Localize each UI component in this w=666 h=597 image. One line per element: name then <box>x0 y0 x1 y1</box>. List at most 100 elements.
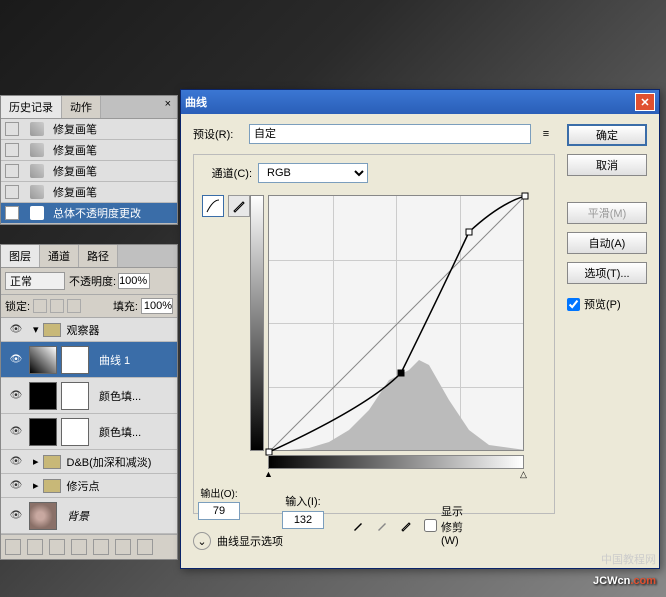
visibility-icon[interactable] <box>7 321 25 339</box>
clip-label: 显示修剪(W) <box>441 503 471 547</box>
history-item[interactable]: 修复画笔 <box>1 182 177 203</box>
curve-point-active[interactable] <box>398 370 405 377</box>
tab-layers[interactable]: 图层 <box>1 245 40 267</box>
layer-group-row[interactable]: ▸ D&B(加深和减淡) <box>1 450 177 474</box>
fx-icon[interactable] <box>27 539 43 555</box>
auto-button[interactable]: 自动(A) <box>567 232 647 254</box>
eyedropper-row: 显示修剪(W) <box>352 503 471 547</box>
expand-icon[interactable]: ⌄ <box>193 532 211 550</box>
opacity-input[interactable] <box>118 273 150 289</box>
history-item[interactable]: 修复画笔 <box>1 161 177 182</box>
options-button[interactable]: 选项(T)... <box>567 262 647 284</box>
preset-label: 预设(R): <box>193 126 243 142</box>
blend-mode-select[interactable]: 正常 <box>5 272 65 290</box>
preset-menu-icon[interactable]: ≡ <box>537 125 555 143</box>
new-layer-icon[interactable] <box>115 539 131 555</box>
cancel-button[interactable]: 取消 <box>567 154 647 176</box>
history-checkbox[interactable] <box>5 122 19 136</box>
adjustment-icon[interactable] <box>71 539 87 555</box>
trash-icon[interactable] <box>137 539 153 555</box>
layer-thumbnail[interactable] <box>29 502 57 530</box>
layer-label: 修污点 <box>67 478 100 494</box>
tab-actions[interactable]: 动作 <box>62 96 101 118</box>
layer-mask-thumbnail[interactable] <box>61 418 89 446</box>
close-icon[interactable]: ✕ <box>635 93 655 111</box>
show-clipping-checkbox[interactable]: 显示修剪(W) <box>424 503 471 547</box>
output-row: 输出(O): <box>184 485 254 520</box>
horizontal-gradient <box>268 455 524 469</box>
preview-check-input[interactable] <box>567 298 580 311</box>
layer-row[interactable]: 颜色填... <box>1 378 177 414</box>
layer-thumbnail[interactable] <box>29 418 57 446</box>
lock-pixels-icon[interactable] <box>33 299 47 313</box>
history-label: 修复画笔 <box>53 142 97 158</box>
visibility-icon[interactable] <box>7 453 25 471</box>
curve-point[interactable] <box>522 193 529 200</box>
history-checkbox[interactable] <box>5 164 19 178</box>
visibility-icon[interactable] <box>7 507 25 525</box>
eyedropper-white-icon[interactable] <box>400 516 414 534</box>
dialog-titlebar[interactable]: 曲线 ✕ <box>181 90 659 114</box>
fill-input[interactable] <box>141 298 173 314</box>
layer-row[interactable]: 背景 <box>1 498 177 534</box>
preview-checkbox[interactable]: 预览(P) <box>567 296 647 312</box>
visibility-icon[interactable] <box>7 351 25 369</box>
input-input[interactable] <box>282 511 324 529</box>
curve-point[interactable] <box>466 229 473 236</box>
layer-group-row[interactable]: ▸ 修污点 <box>1 474 177 498</box>
eyedropper-gray-icon[interactable] <box>376 516 390 534</box>
input-label: 输入(I): <box>285 493 320 509</box>
lock-row: 锁定: 填充: <box>1 295 177 318</box>
curve-pencil-tool[interactable] <box>228 195 250 217</box>
chevron-right-icon[interactable]: ▸ <box>33 455 39 468</box>
curve-canvas[interactable] <box>268 195 524 451</box>
slider-black-icon[interactable]: ▲ <box>264 469 273 479</box>
mask-icon[interactable] <box>49 539 65 555</box>
new-folder-icon[interactable] <box>93 539 109 555</box>
tab-channels[interactable]: 通道 <box>40 245 79 267</box>
tab-history[interactable]: 历史记录 <box>1 96 62 118</box>
layer-label: 颜色填... <box>99 388 141 404</box>
visibility-icon[interactable] <box>7 387 25 405</box>
watermark-suffix: .com <box>630 575 656 587</box>
channel-select[interactable]: RGB <box>258 163 368 183</box>
clip-check-input[interactable] <box>424 519 437 532</box>
brush-icon <box>27 163 47 179</box>
eyedropper-black-icon[interactable] <box>352 516 366 534</box>
visibility-icon[interactable] <box>7 477 25 495</box>
layer-mask-thumbnail[interactable] <box>61 346 89 374</box>
lock-all-icon[interactable] <box>67 299 81 313</box>
folder-icon <box>43 479 61 493</box>
layer-thumbnail[interactable] <box>29 382 57 410</box>
output-label: 输出(O): <box>200 485 237 500</box>
layer-mask-thumbnail[interactable] <box>61 382 89 410</box>
tab-paths[interactable]: 路径 <box>79 245 118 267</box>
curve-point-tool[interactable] <box>202 195 224 217</box>
ok-button[interactable]: 确定 <box>567 124 647 146</box>
visibility-icon[interactable] <box>7 423 25 441</box>
layer-controls: 正常 不透明度: <box>1 268 177 295</box>
history-checkbox[interactable] <box>5 185 19 199</box>
preset-select[interactable]: 自定 <box>249 124 531 144</box>
panel-close-icon[interactable]: × <box>159 96 177 118</box>
layer-label: 观察器 <box>67 322 100 338</box>
history-checkbox[interactable] <box>5 143 19 157</box>
history-checkbox[interactable]: ▸ <box>5 206 19 220</box>
chevron-right-icon[interactable]: ▸ <box>33 479 39 492</box>
watermark-main: JCWcn <box>593 575 630 587</box>
layer-thumbnail[interactable] <box>29 346 57 374</box>
layer-group-row[interactable]: ▾ 观察器 <box>1 318 177 342</box>
layer-row[interactable]: 颜色填... <box>1 414 177 450</box>
preset-row: 预设(R): 自定 ≡ <box>193 124 555 144</box>
chevron-down-icon[interactable]: ▾ <box>33 323 39 336</box>
history-item[interactable]: ▸ 总体不透明度更改 <box>1 203 177 224</box>
output-input[interactable] <box>198 502 240 520</box>
lock-position-icon[interactable] <box>50 299 64 313</box>
input-row: 输入(I): <box>282 493 324 529</box>
layer-label: 曲线 1 <box>99 352 130 368</box>
slider-white-icon[interactable]: △ <box>520 469 527 480</box>
layer-row[interactable]: 曲线 1 <box>1 342 177 378</box>
history-item[interactable]: 修复画笔 <box>1 119 177 140</box>
history-item[interactable]: 修复画笔 <box>1 140 177 161</box>
link-icon[interactable] <box>5 539 21 555</box>
